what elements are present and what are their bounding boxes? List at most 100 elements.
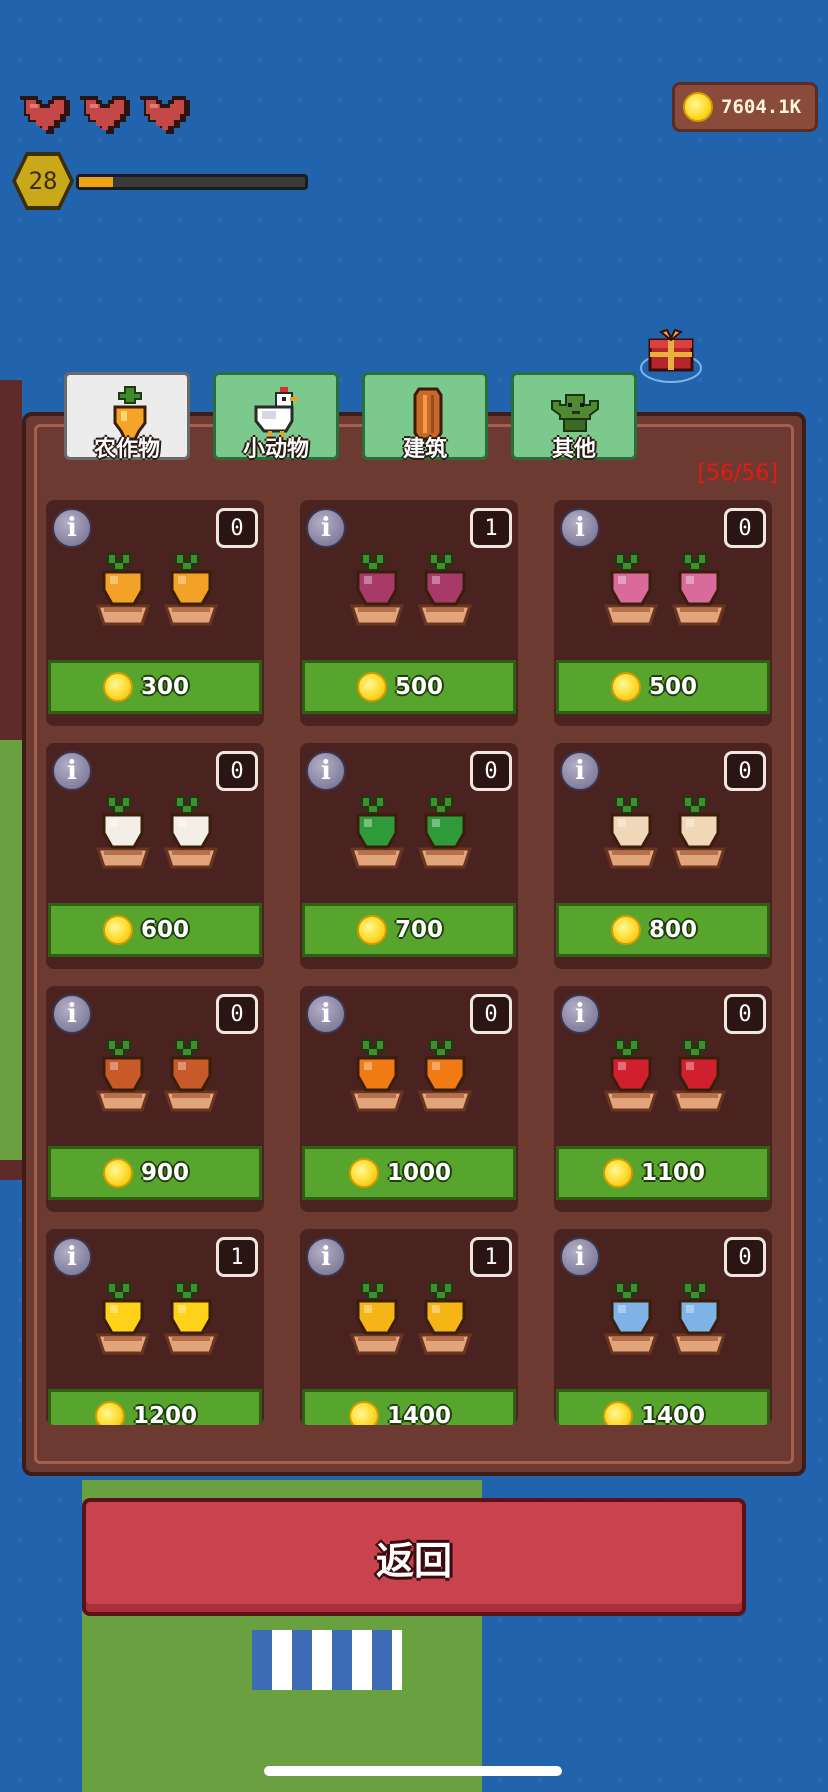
buy-button[interactable]: 500 bbox=[302, 660, 516, 714]
tab-animals-label: 小动物 bbox=[242, 437, 309, 462]
level-indicator: 28 bbox=[10, 150, 308, 212]
coin-balance[interactable]: 7604.1K bbox=[672, 82, 818, 132]
price-value: 1100 bbox=[640, 1160, 705, 1186]
coin-icon bbox=[610, 672, 641, 702]
info-button[interactable]: i bbox=[52, 1237, 92, 1277]
heart-icon bbox=[138, 92, 192, 138]
crop-card[interactable]: i 0 300 bbox=[46, 500, 264, 726]
price-value: 900 bbox=[140, 1160, 189, 1186]
coin-icon bbox=[94, 1401, 125, 1425]
owned-count: 0 bbox=[470, 751, 512, 791]
xp-bar-fill bbox=[79, 177, 113, 187]
owned-count: 0 bbox=[724, 1237, 766, 1277]
tab-crops[interactable]: 农作物 bbox=[64, 372, 190, 462]
info-button[interactable]: i bbox=[560, 1237, 600, 1277]
lettuce-icon bbox=[349, 796, 473, 869]
coin-icon bbox=[102, 915, 133, 945]
heart-icon bbox=[18, 92, 72, 138]
heart-icon bbox=[78, 92, 132, 138]
coin-icon bbox=[602, 1401, 633, 1425]
tab-animals[interactable]: 小动物 bbox=[213, 372, 339, 462]
owned-count: 0 bbox=[216, 751, 258, 791]
price-value: 1200 bbox=[132, 1403, 197, 1425]
owned-count: 0 bbox=[724, 508, 766, 548]
price-value: 1000 bbox=[386, 1160, 451, 1186]
coin-icon bbox=[610, 915, 641, 945]
buy-button[interactable]: 1200 bbox=[48, 1389, 262, 1425]
info-button[interactable]: i bbox=[52, 508, 92, 548]
owned-count: 0 bbox=[724, 751, 766, 791]
crop-card[interactable]: i 0 1400 bbox=[554, 1229, 772, 1425]
buy-button[interactable]: 1400 bbox=[302, 1389, 516, 1425]
owned-count: 0 bbox=[216, 508, 258, 548]
turnip-icon bbox=[349, 553, 473, 626]
sunflower-icon bbox=[95, 1282, 219, 1355]
price-value: 1400 bbox=[640, 1403, 705, 1425]
info-button[interactable]: i bbox=[560, 508, 600, 548]
coin-icon bbox=[683, 92, 713, 122]
coin-icon bbox=[356, 672, 387, 702]
coin-icon bbox=[102, 1158, 133, 1188]
info-button[interactable]: i bbox=[306, 508, 346, 548]
price-value: 500 bbox=[648, 674, 697, 700]
coin-icon bbox=[102, 672, 133, 702]
blue-crystal-icon bbox=[603, 1282, 727, 1355]
tab-crops-label: 农作物 bbox=[93, 437, 160, 462]
info-button[interactable]: i bbox=[52, 994, 92, 1034]
crop-card[interactable]: i 1 500 bbox=[300, 500, 518, 726]
crop-card[interactable]: i 1 1200 bbox=[46, 1229, 264, 1425]
goblin-icon bbox=[551, 394, 599, 432]
buy-button[interactable]: 1100 bbox=[556, 1146, 770, 1200]
tab-other[interactable]: 其他 bbox=[511, 372, 637, 462]
back-button[interactable]: 返回 bbox=[82, 1498, 746, 1616]
xp-bar bbox=[76, 174, 308, 190]
crop-card[interactable]: i 0 600 bbox=[46, 743, 264, 969]
orange-sprout-icon bbox=[95, 553, 219, 626]
owned-count: 0 bbox=[470, 994, 512, 1034]
info-button[interactable]: i bbox=[560, 751, 600, 791]
price-value: 800 bbox=[648, 917, 697, 943]
home-indicator bbox=[264, 1766, 562, 1776]
health-hearts bbox=[18, 92, 192, 138]
buy-button[interactable]: 700 bbox=[302, 903, 516, 957]
pink-flower-icon bbox=[603, 553, 727, 626]
price-value: 300 bbox=[140, 674, 189, 700]
crop-card[interactable]: i 0 700 bbox=[300, 743, 518, 969]
buy-button[interactable]: 900 bbox=[48, 1146, 262, 1200]
info-button[interactable]: i bbox=[306, 751, 346, 791]
buy-button[interactable]: 1000 bbox=[302, 1146, 516, 1200]
cauliflower-icon bbox=[95, 796, 219, 869]
buy-button[interactable]: 300 bbox=[48, 660, 262, 714]
gift-box-icon[interactable] bbox=[640, 326, 702, 386]
crop-card[interactable]: i 1 1400 bbox=[300, 1229, 518, 1425]
crop-card[interactable]: i 0 800 bbox=[554, 743, 772, 969]
info-button[interactable]: i bbox=[306, 1237, 346, 1277]
crop-card[interactable]: i 0 500 bbox=[554, 500, 772, 726]
owned-count: 1 bbox=[470, 1237, 512, 1277]
price-value: 600 bbox=[140, 917, 189, 943]
info-button[interactable]: i bbox=[306, 994, 346, 1034]
buy-button[interactable]: 600 bbox=[48, 903, 262, 957]
coin-icon bbox=[602, 1158, 633, 1188]
info-button[interactable]: i bbox=[560, 994, 600, 1034]
price-value: 700 bbox=[394, 917, 443, 943]
tab-buildings[interactable]: 建筑 bbox=[362, 372, 488, 462]
item-count: [56/56] bbox=[697, 461, 778, 486]
crop-card[interactable]: i 0 1000 bbox=[300, 986, 518, 1212]
owned-count: 0 bbox=[216, 994, 258, 1034]
owned-count: 1 bbox=[470, 508, 512, 548]
carrot-sprout-icon bbox=[95, 1039, 219, 1112]
onion-icon bbox=[603, 796, 727, 869]
owned-count: 0 bbox=[724, 994, 766, 1034]
info-button[interactable]: i bbox=[52, 751, 92, 791]
price-value: 500 bbox=[394, 674, 443, 700]
pumpkin-icon bbox=[349, 1039, 473, 1112]
coin-icon bbox=[348, 1158, 379, 1188]
level-number: 28 bbox=[28, 167, 58, 195]
crop-card[interactable]: i 0 1100 bbox=[554, 986, 772, 1212]
crop-card[interactable]: i 0 900 bbox=[46, 986, 264, 1212]
buy-button[interactable]: 1400 bbox=[556, 1389, 770, 1425]
buy-button[interactable]: 800 bbox=[556, 903, 770, 957]
wheat-icon bbox=[349, 1282, 473, 1355]
buy-button[interactable]: 500 bbox=[556, 660, 770, 714]
